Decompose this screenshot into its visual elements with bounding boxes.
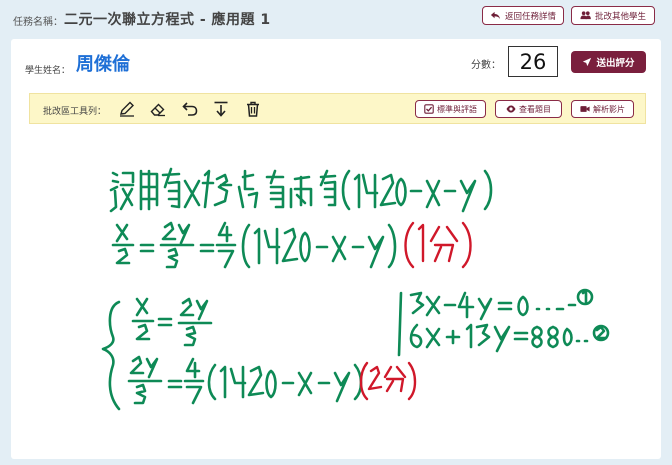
- grade-other-students-label: 批改其他學生: [594, 11, 646, 22]
- reply-arrow-icon: [490, 11, 501, 20]
- video-camera-icon: [580, 106, 590, 112]
- eye-icon: [506, 105, 516, 113]
- users-icon: [580, 11, 591, 20]
- eraser-icon: [150, 103, 165, 117]
- task-label: 任務名稱：: [13, 17, 63, 28]
- pen-icon: [120, 101, 134, 117]
- grade-other-students-button[interactable]: 批改其他學生: [571, 6, 655, 25]
- submit-score-label: 送出評分: [596, 58, 635, 69]
- student-name-label: 學生姓名：: [25, 66, 71, 76]
- back-to-task-button[interactable]: 返回任務詳情: [482, 6, 564, 25]
- score-label: 分數：: [471, 60, 501, 71]
- handwriting-canvas[interactable]: [29, 127, 646, 453]
- checkbox-icon: [424, 104, 434, 114]
- delete-tool[interactable]: [243, 99, 263, 119]
- undo-tool[interactable]: [180, 99, 200, 119]
- view-question-label: 查看題目: [519, 104, 551, 114]
- solution-video-label: 解析影片: [593, 104, 625, 114]
- task-title: 二元一次聯立方程式 - 應用題 1: [64, 12, 271, 28]
- grading-panel: 學生姓名： 周傑倫 分數： 26 送出評分 批改區工具列： 標準與評語 查看題目: [11, 39, 661, 459]
- top-bar: 任務名稱： 二元一次聯立方程式 - 應用題 1 返回任務詳情 批改其他學生: [0, 0, 672, 36]
- score-input[interactable]: 26: [508, 46, 558, 77]
- send-icon: [583, 57, 592, 67]
- submit-score-button[interactable]: 送出評分: [571, 51, 646, 73]
- standards-comments-button[interactable]: 標準與評語: [415, 100, 486, 118]
- download-icon: [214, 101, 228, 117]
- solution-video-button[interactable]: 解析影片: [571, 100, 634, 118]
- toolbar-label: 批改區工具列：: [43, 107, 107, 117]
- student-name: 周傑倫: [76, 54, 130, 75]
- eraser-tool[interactable]: [148, 99, 168, 119]
- view-question-button[interactable]: 查看題目: [495, 100, 562, 118]
- handwritten-answer: [101, 167, 610, 411]
- trash-icon: [247, 101, 259, 117]
- back-to-task-label: 返回任務詳情: [504, 11, 556, 22]
- undo-icon: [182, 102, 198, 116]
- pen-tool[interactable]: [117, 99, 137, 119]
- download-tool[interactable]: [211, 99, 231, 119]
- grading-toolbar: 批改區工具列： 標準與評語 查看題目 解析影片: [29, 93, 646, 124]
- standards-comments-label: 標準與評語: [437, 104, 477, 114]
